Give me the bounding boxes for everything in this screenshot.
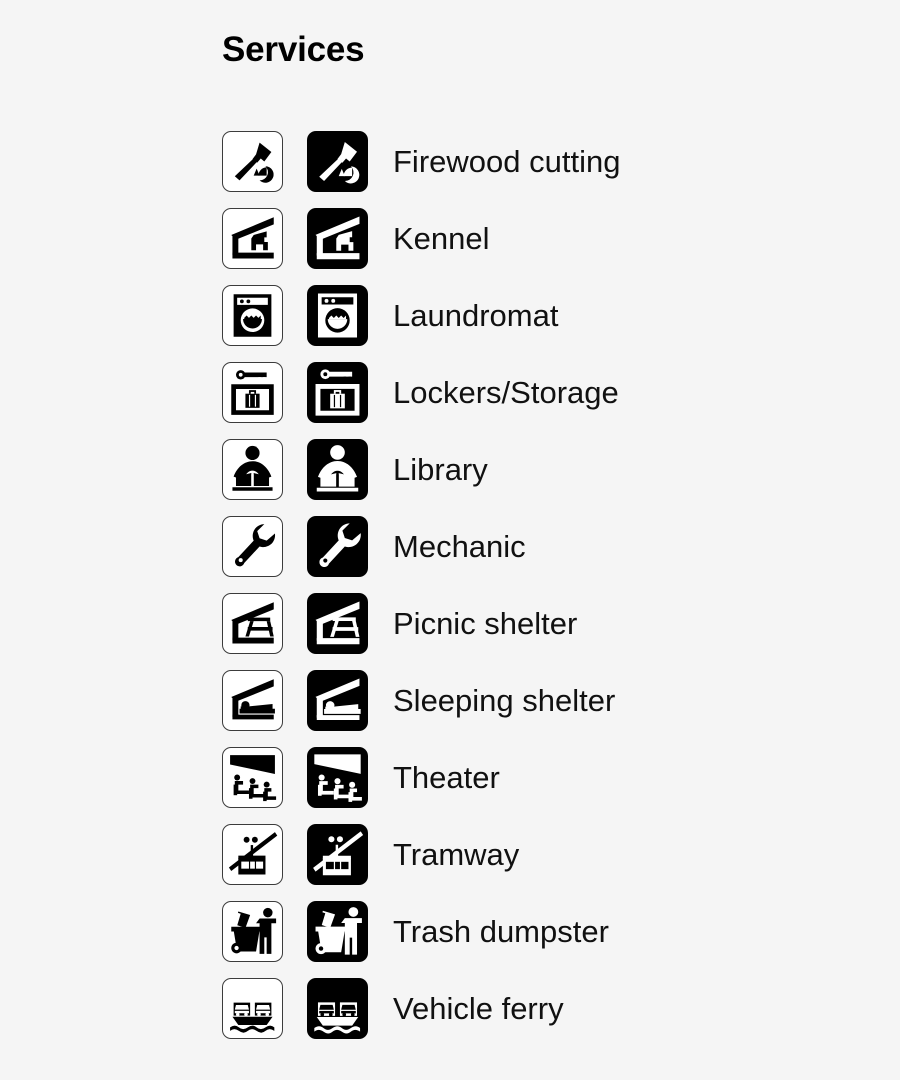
legend-label: Picnic shelter [393, 605, 578, 641]
vehicle-ferry-icon-light [222, 977, 283, 1039]
legend-row: Vehicle ferry [222, 977, 882, 1039]
legend-row: Library [222, 438, 882, 500]
legend-label: Laundromat [393, 297, 559, 333]
sleeping-shelter-icon-light [222, 669, 283, 731]
legend-row: Tramway [222, 823, 882, 885]
lockers-storage-icon-light [222, 361, 283, 423]
legend-label: Lockers/Storage [393, 374, 619, 410]
legend-label: Vehicle ferry [393, 990, 564, 1026]
legend-label: Theater [393, 759, 500, 795]
laundromat-icon-dark [307, 284, 368, 346]
laundromat-icon-light [222, 284, 283, 346]
theater-icon-dark [307, 746, 368, 808]
legend-label: Tramway [393, 836, 520, 872]
legend-row: Mechanic [222, 515, 882, 577]
legend-row: Laundromat [222, 284, 882, 346]
legend-label: Library [393, 451, 488, 487]
mechanic-icon-dark [307, 515, 368, 577]
legend-row: Firewood cutting [222, 130, 882, 192]
trash-dumpster-icon-light [222, 900, 283, 962]
legend-label: Mechanic [393, 528, 526, 564]
legend-row: Sleeping shelter [222, 669, 882, 731]
tramway-icon-dark [307, 823, 368, 885]
legend-row: Theater [222, 746, 882, 808]
legend-label: Kennel [393, 220, 490, 256]
picnic-shelter-icon-dark [307, 592, 368, 654]
mechanic-icon-light [222, 515, 283, 577]
page-title: Services [222, 30, 365, 69]
tramway-icon-light [222, 823, 283, 885]
kennel-icon-dark [307, 207, 368, 269]
firewood-cutting-icon-dark [307, 130, 368, 192]
legend-label: Trash dumpster [393, 913, 609, 949]
legend-row: Trash dumpster [222, 900, 882, 962]
theater-icon-light [222, 746, 283, 808]
legend-list: Firewood cutting Kennel Laundromat Locke… [222, 130, 882, 1054]
lockers-storage-icon-dark [307, 361, 368, 423]
trash-dumpster-icon-dark [307, 900, 368, 962]
library-icon-light [222, 438, 283, 500]
sleeping-shelter-icon-dark [307, 669, 368, 731]
services-legend-page: Services Firewood cutting Kennel Laundro… [0, 0, 900, 1080]
picnic-shelter-icon-light [222, 592, 283, 654]
legend-label: Sleeping shelter [393, 682, 616, 718]
legend-row: Picnic shelter [222, 592, 882, 654]
firewood-cutting-icon-light [222, 130, 283, 192]
legend-row: Lockers/Storage [222, 361, 882, 423]
legend-row: Kennel [222, 207, 882, 269]
library-icon-dark [307, 438, 368, 500]
vehicle-ferry-icon-dark [307, 977, 368, 1039]
kennel-icon-light [222, 207, 283, 269]
legend-label: Firewood cutting [393, 143, 621, 179]
